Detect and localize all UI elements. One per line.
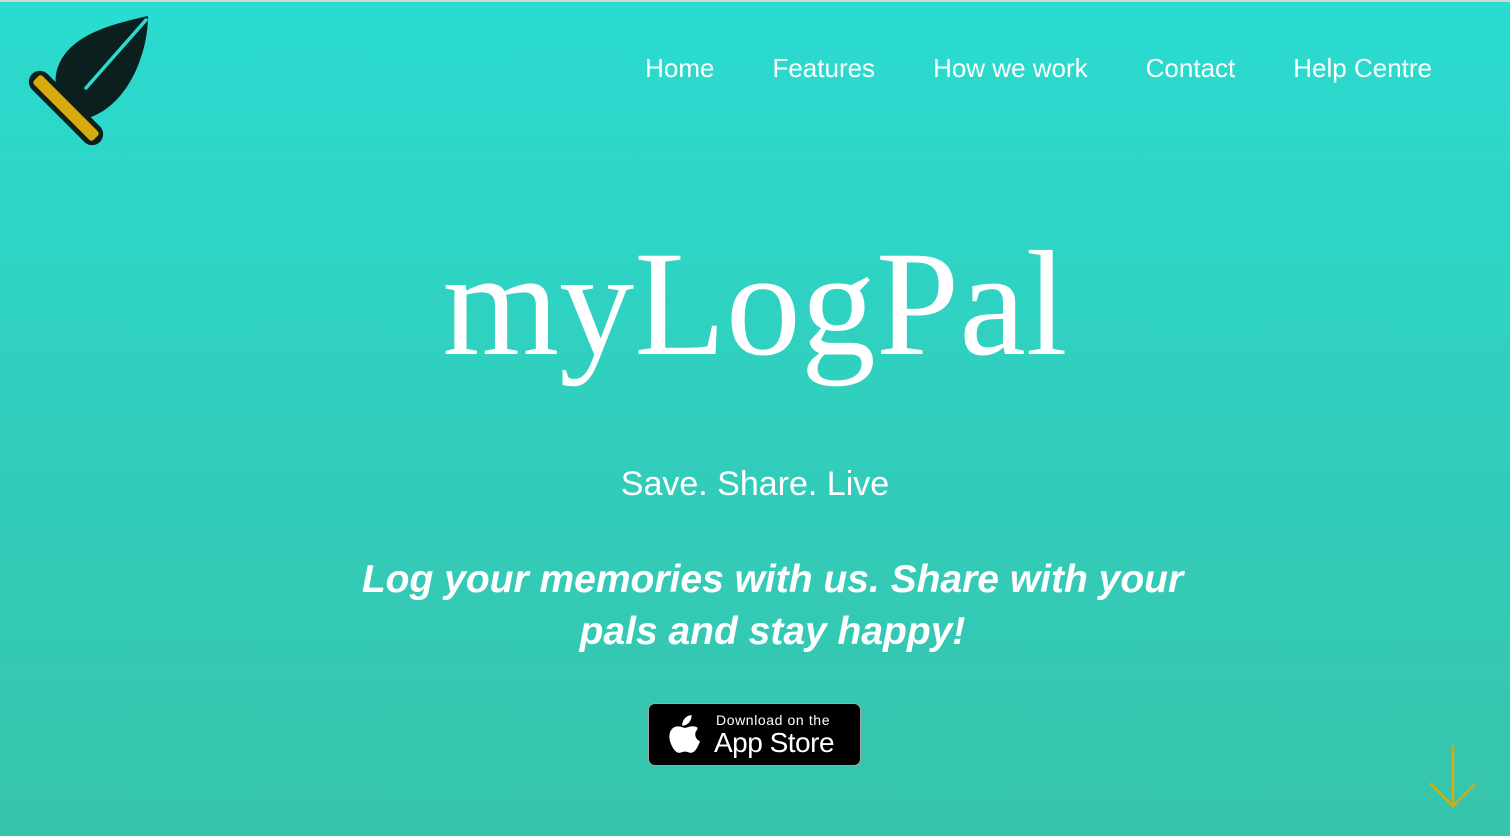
main-nav: Home Features How we work Contact Help C… <box>645 52 1432 84</box>
app-store-big-text: App Store <box>714 727 835 758</box>
nav-features[interactable]: Features <box>772 52 875 84</box>
nav-how-we-work[interactable]: How we work <box>933 52 1088 84</box>
brand-title: myLogPal <box>442 221 1068 387</box>
arrow-down-icon <box>1429 744 1477 808</box>
app-store-small-text: Download on the <box>716 712 831 728</box>
quill-pen-icon <box>28 16 148 146</box>
nav-help-centre[interactable]: Help Centre <box>1293 52 1432 84</box>
nav-contact[interactable]: Contact <box>1146 52 1236 84</box>
logo[interactable] <box>22 14 152 154</box>
apple-icon <box>669 715 700 753</box>
nav-home[interactable]: Home <box>645 52 714 84</box>
app-store-button[interactable]: Download on the App Store <box>648 703 861 766</box>
scroll-down-button[interactable] <box>1426 742 1480 812</box>
tagline: Save. Share. Live <box>620 465 890 503</box>
hero-description: Log your memories with us. Share with yo… <box>361 558 1184 653</box>
